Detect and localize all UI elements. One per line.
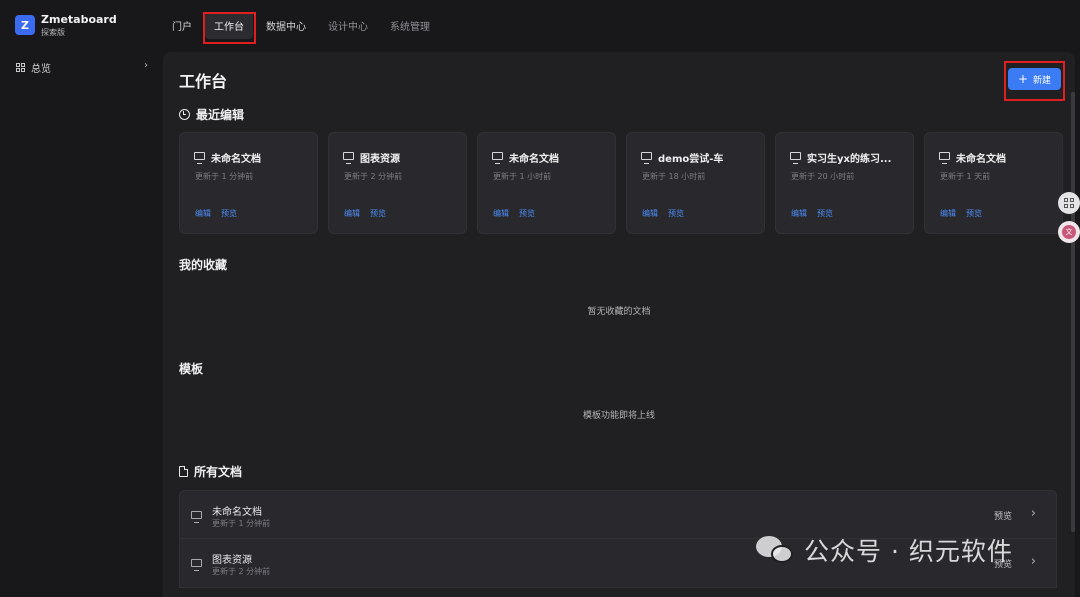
monitor-icon bbox=[641, 152, 652, 164]
nav-data-center[interactable]: 数据中心 bbox=[257, 12, 315, 39]
app-logo[interactable]: Z bbox=[15, 15, 35, 35]
nav-portal[interactable]: 门户 bbox=[163, 12, 201, 39]
card-edit-link[interactable]: 编辑 bbox=[791, 208, 807, 219]
recent-section-title: 最近编辑 bbox=[179, 106, 244, 123]
card-time: 更新于 1 天前 bbox=[940, 172, 991, 181]
highlight-new-button bbox=[1004, 61, 1065, 101]
chevron-right-icon: › bbox=[144, 60, 148, 71]
card-edit-link[interactable]: 编辑 bbox=[493, 208, 509, 219]
card-edit-link[interactable]: 编辑 bbox=[940, 208, 956, 219]
main-panel: 工作台 + 新建 最近编辑 未命名文档 更新于 1 分钟前 编辑 预览 图表资源 … bbox=[163, 52, 1075, 597]
card-edit-link[interactable]: 编辑 bbox=[195, 208, 211, 219]
chevron-right-icon[interactable]: › bbox=[1031, 554, 1036, 569]
monitor-icon bbox=[790, 152, 801, 164]
recent-card[interactable]: 未命名文档 更新于 1 小时前 编辑 预览 bbox=[477, 132, 616, 234]
doc-time: 更新于 2 分钟前 bbox=[212, 567, 271, 576]
translate-float-button[interactable]: 文 bbox=[1058, 221, 1080, 243]
card-time: 更新于 18 小时前 bbox=[642, 172, 706, 181]
clock-icon bbox=[179, 109, 190, 120]
recent-card[interactable]: 实习生yx的练习... 更新于 20 小时前 编辑 预览 bbox=[775, 132, 914, 234]
translate-icon: 文 bbox=[1062, 225, 1076, 239]
document-list: 未命名文档 更新于 1 分钟前 预览 › 图表资源 更新于 2 分钟前 预览 › bbox=[179, 490, 1057, 588]
favorites-section-title: 我的收藏 bbox=[179, 258, 228, 272]
list-item[interactable]: 图表资源 更新于 2 分钟前 预览 › bbox=[179, 539, 1057, 588]
app-edition: 探索版 bbox=[41, 28, 65, 37]
card-edit-link[interactable]: 编辑 bbox=[344, 208, 360, 219]
card-time: 更新于 1 分钟前 bbox=[195, 172, 254, 181]
recent-cards: 未命名文档 更新于 1 分钟前 编辑 预览 图表资源 更新于 2 分钟前 编辑 预览… bbox=[179, 132, 1063, 234]
recent-card[interactable]: 未命名文档 更新于 1 分钟前 编辑 预览 bbox=[179, 132, 318, 234]
monitor-icon bbox=[191, 559, 202, 571]
card-preview-link[interactable]: 预览 bbox=[966, 208, 982, 219]
card-title: 未命名文档 bbox=[509, 154, 559, 165]
card-edit-link[interactable]: 编辑 bbox=[642, 208, 658, 219]
card-preview-link[interactable]: 预览 bbox=[668, 208, 684, 219]
card-preview-link[interactable]: 预览 bbox=[370, 208, 386, 219]
card-time: 更新于 20 小时前 bbox=[791, 172, 855, 181]
sidebar-item-overview[interactable]: 总览 › bbox=[16, 60, 150, 75]
monitor-icon bbox=[939, 152, 950, 164]
card-time: 更新于 2 分钟前 bbox=[344, 172, 403, 181]
card-time: 更新于 1 小时前 bbox=[493, 172, 552, 181]
scrollbar[interactable] bbox=[1071, 92, 1075, 532]
card-preview-link[interactable]: 预览 bbox=[221, 208, 237, 219]
top-bar: Z Zmetaboard 探索版 门户 工作台 数据中心 设计中心 系统管理 bbox=[0, 0, 1080, 50]
recent-card[interactable]: 图表资源 更新于 2 分钟前 编辑 预览 bbox=[328, 132, 467, 234]
document-icon bbox=[179, 466, 188, 477]
monitor-icon bbox=[343, 152, 354, 164]
monitor-icon bbox=[492, 152, 503, 164]
card-title: demo尝试-车 bbox=[658, 154, 724, 165]
apps-float-button[interactable] bbox=[1058, 192, 1080, 214]
card-preview-link[interactable]: 预览 bbox=[519, 208, 535, 219]
doc-time: 更新于 1 分钟前 bbox=[212, 519, 271, 528]
grid-icon bbox=[16, 62, 25, 72]
all-docs-section-title: 所有文档 bbox=[179, 463, 242, 480]
doc-name: 图表资源 bbox=[212, 555, 252, 566]
chevron-right-icon[interactable]: › bbox=[1031, 506, 1036, 521]
page-title: 工作台 bbox=[179, 72, 228, 91]
card-title: 未命名文档 bbox=[956, 154, 1006, 165]
card-title: 图表资源 bbox=[360, 154, 400, 165]
nav-design-center[interactable]: 设计中心 bbox=[319, 12, 377, 39]
sidebar-item-label: 总览 bbox=[31, 63, 51, 75]
sidebar bbox=[0, 50, 162, 597]
list-item[interactable]: 未命名文档 更新于 1 分钟前 预览 › bbox=[179, 490, 1057, 539]
doc-preview-link[interactable]: 预览 bbox=[994, 557, 1012, 570]
recent-card[interactable]: 未命名文档 更新于 1 天前 编辑 预览 bbox=[924, 132, 1063, 234]
card-preview-link[interactable]: 预览 bbox=[817, 208, 833, 219]
favorites-empty-text: 暂无收藏的文档 bbox=[587, 307, 651, 317]
recent-card[interactable]: demo尝试-车 更新于 18 小时前 编辑 预览 bbox=[626, 132, 765, 234]
monitor-icon bbox=[194, 152, 205, 164]
templates-section-title: 模板 bbox=[179, 362, 204, 376]
templates-empty-text: 模板功能即将上线 bbox=[582, 411, 655, 421]
apps-icon bbox=[1064, 198, 1074, 208]
doc-name: 未命名文档 bbox=[212, 507, 262, 518]
all-docs-title-text: 所有文档 bbox=[194, 465, 243, 479]
doc-preview-link[interactable]: 预览 bbox=[994, 509, 1012, 522]
nav-system-admin[interactable]: 系统管理 bbox=[381, 12, 439, 39]
card-title: 未命名文档 bbox=[211, 154, 261, 165]
card-title: 实习生yx的练习... bbox=[807, 154, 892, 165]
highlight-workbench-tab bbox=[203, 12, 256, 44]
monitor-icon bbox=[191, 511, 202, 523]
app-name: Zmetaboard bbox=[41, 13, 117, 26]
recent-title-text: 最近编辑 bbox=[196, 108, 245, 122]
